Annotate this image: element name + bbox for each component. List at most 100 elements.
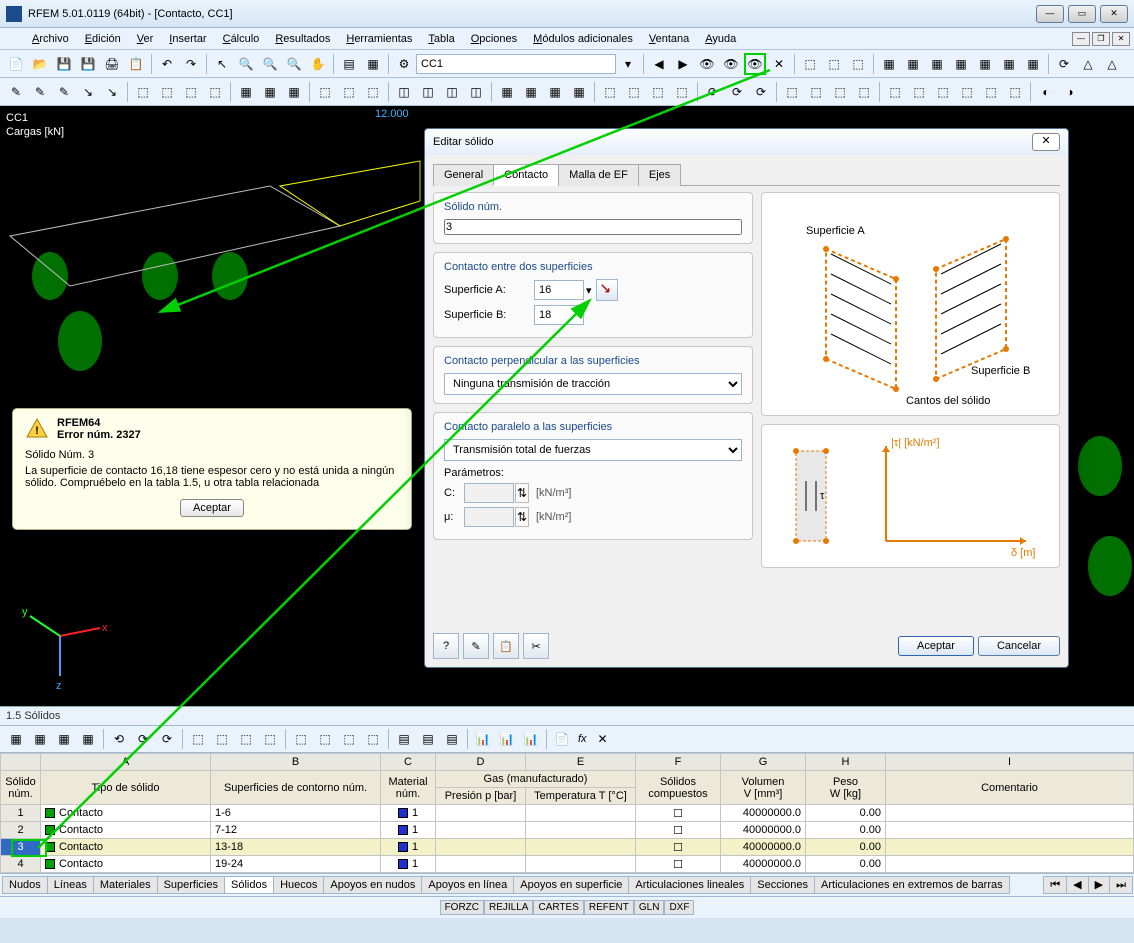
bottom-tab-articulaciones-en-extremos-de-barras[interactable]: Articulaciones en extremos de barras bbox=[814, 876, 1010, 894]
saveall-icon[interactable]: 💾 bbox=[77, 53, 99, 75]
dialog-tab-contacto[interactable]: Contacto bbox=[493, 164, 559, 186]
bottom-tab-nudos[interactable]: Nudos bbox=[2, 876, 48, 894]
menu-resultados[interactable]: Resultados bbox=[267, 31, 338, 47]
bottom-tab-materiales[interactable]: Materiales bbox=[93, 876, 158, 894]
col-letter[interactable]: G bbox=[721, 754, 806, 771]
pick-surface-a-button[interactable] bbox=[596, 279, 618, 301]
pan-icon[interactable]: ✋ bbox=[307, 53, 329, 75]
menu-opciones[interactable]: Opciones bbox=[463, 31, 525, 47]
th-num[interactable]: Sólidonúm. bbox=[1, 771, 41, 805]
r2ao-icon[interactable]: ◐ bbox=[1035, 81, 1057, 103]
dialog-close-button[interactable]: ✕ bbox=[1032, 133, 1060, 151]
th-gas-t[interactable]: Temperatura T [°C] bbox=[526, 788, 636, 805]
status-cartes[interactable]: CARTES bbox=[533, 900, 583, 915]
r2h-icon[interactable]: ⬚ bbox=[180, 81, 202, 103]
open-icon[interactable]: 📂 bbox=[29, 53, 51, 75]
table-row[interactable]: 2Contacto7-121☐40000000.00.00 bbox=[1, 822, 1134, 839]
col-letter[interactable]: F bbox=[636, 754, 721, 771]
mdi-close-button[interactable]: ✕ bbox=[1112, 32, 1130, 46]
col-letter[interactable]: E bbox=[526, 754, 636, 771]
tt6-icon[interactable]: ⟳ bbox=[132, 728, 154, 750]
col-letter[interactable]: H bbox=[806, 754, 886, 771]
tt16-icon[interactable]: ▤ bbox=[393, 728, 415, 750]
bottom-tab-apoyos-en-nudos[interactable]: Apoyos en nudos bbox=[323, 876, 422, 894]
bottom-tab-secciones[interactable]: Secciones bbox=[750, 876, 815, 894]
r2ae-icon[interactable]: ⬚ bbox=[781, 81, 803, 103]
r2c-icon[interactable]: ✎ bbox=[53, 81, 75, 103]
menu-edición[interactable]: Edición bbox=[77, 31, 129, 47]
table-icon[interactable]: ▤ bbox=[338, 53, 360, 75]
t4-icon[interactable]: ⬚ bbox=[847, 53, 869, 75]
tt13-icon[interactable]: ⬚ bbox=[314, 728, 336, 750]
r2aj-icon[interactable]: ⬚ bbox=[908, 81, 930, 103]
menu-cálculo[interactable]: Cálculo bbox=[215, 31, 268, 47]
tt5-icon[interactable]: ⟲ bbox=[108, 728, 130, 750]
r2al-icon[interactable]: ⬚ bbox=[956, 81, 978, 103]
menu-tabla[interactable]: Tabla bbox=[420, 31, 462, 47]
status-forzc[interactable]: FORZC bbox=[440, 900, 484, 915]
t12-icon[interactable]: ⟳ bbox=[1053, 53, 1075, 75]
r2ad-icon[interactable]: ⟳ bbox=[750, 81, 772, 103]
t3-icon[interactable]: ⬚ bbox=[823, 53, 845, 75]
col-letter[interactable]: A bbox=[41, 754, 211, 771]
bottom-tab-superficies[interactable]: Superficies bbox=[157, 876, 225, 894]
col-letter[interactable]: D bbox=[436, 754, 526, 771]
table-row[interactable]: 1Contacto1-61☐40000000.00.00 bbox=[1, 805, 1134, 822]
tt3-icon[interactable]: ▦ bbox=[53, 728, 75, 750]
r2ak-icon[interactable]: ⬚ bbox=[932, 81, 954, 103]
r2ai-icon[interactable]: ⬚ bbox=[884, 81, 906, 103]
t2-icon[interactable]: ⬚ bbox=[799, 53, 821, 75]
r2d-icon[interactable]: ↘ bbox=[77, 81, 99, 103]
th-gas-p[interactable]: Presión p [bar] bbox=[436, 788, 526, 805]
col-letter[interactable]: B bbox=[211, 754, 381, 771]
solido-num-input[interactable] bbox=[444, 219, 742, 235]
cursor-icon[interactable]: ↖ bbox=[211, 53, 233, 75]
redo-icon[interactable]: ↷ bbox=[180, 53, 202, 75]
r2j-icon[interactable]: ▦ bbox=[235, 81, 257, 103]
r2ap-icon[interactable]: ◑ bbox=[1059, 81, 1081, 103]
mdi-restore-button[interactable]: ❐ bbox=[1092, 32, 1110, 46]
r2ac-icon[interactable]: ⟳ bbox=[726, 81, 748, 103]
paral-contact-select[interactable]: Transmisión total de fuerzas bbox=[444, 439, 742, 461]
th-comp[interactable]: Sólidoscompuestos bbox=[636, 771, 721, 805]
r2s-icon[interactable]: ◫ bbox=[465, 81, 487, 103]
tt8-icon[interactable]: ⬚ bbox=[187, 728, 209, 750]
th-tipo[interactable]: Tipo de sólido bbox=[41, 771, 211, 805]
zoom-icon[interactable]: 🔍 bbox=[235, 53, 257, 75]
dialog-accept-button[interactable]: Aceptar bbox=[898, 636, 974, 656]
r2an-icon[interactable]: ⬚ bbox=[1004, 81, 1026, 103]
loadcase-combo[interactable] bbox=[416, 54, 616, 74]
tt4-icon[interactable]: ▦ bbox=[77, 728, 99, 750]
r2k-icon[interactable]: ▦ bbox=[259, 81, 281, 103]
bottom-tab-líneas[interactable]: Líneas bbox=[47, 876, 94, 894]
r2u-icon[interactable]: ▦ bbox=[520, 81, 542, 103]
menu-archivo[interactable]: Archivo bbox=[24, 31, 77, 47]
col-letter[interactable]: C bbox=[381, 754, 436, 771]
r2m-icon[interactable]: ⬚ bbox=[314, 81, 336, 103]
r2ab-icon[interactable]: ⟳ bbox=[702, 81, 724, 103]
t9-icon[interactable]: ▦ bbox=[974, 53, 996, 75]
r2v-icon[interactable]: ▦ bbox=[544, 81, 566, 103]
view-icon[interactable]: 👁 bbox=[696, 53, 718, 75]
table-nav-button[interactable]: ▶ bbox=[1088, 876, 1110, 894]
tt10-icon[interactable]: ⬚ bbox=[235, 728, 257, 750]
dialog-tab-ejes[interactable]: Ejes bbox=[638, 164, 681, 186]
t10-icon[interactable]: ▦ bbox=[998, 53, 1020, 75]
menu-ayuda[interactable]: Ayuda bbox=[697, 31, 744, 47]
edit-button[interactable]: ✎ bbox=[463, 633, 489, 659]
close-button[interactable]: ✕ bbox=[1100, 5, 1128, 23]
r2t-icon[interactable]: ▦ bbox=[496, 81, 518, 103]
t7-icon[interactable]: ▦ bbox=[926, 53, 948, 75]
tt22-icon[interactable]: 📄 bbox=[551, 728, 573, 750]
r2ah-icon[interactable]: ⬚ bbox=[853, 81, 875, 103]
table-nav-button[interactable]: ⏭ bbox=[1109, 876, 1133, 894]
prev-icon[interactable]: ◀ bbox=[648, 53, 670, 75]
r2b-icon[interactable]: ✎ bbox=[29, 81, 51, 103]
tt14-icon[interactable]: ⬚ bbox=[338, 728, 360, 750]
r2e-icon[interactable]: ↘ bbox=[101, 81, 123, 103]
tt7-icon[interactable]: ⟳ bbox=[156, 728, 178, 750]
zoom-in-icon[interactable]: 🔍 bbox=[259, 53, 281, 75]
perp-contact-select[interactable]: Ninguna transmisión de tracción bbox=[444, 373, 742, 395]
th-gas[interactable]: Gas (manufacturado) bbox=[436, 771, 636, 788]
col-letter[interactable]: I bbox=[886, 754, 1134, 771]
